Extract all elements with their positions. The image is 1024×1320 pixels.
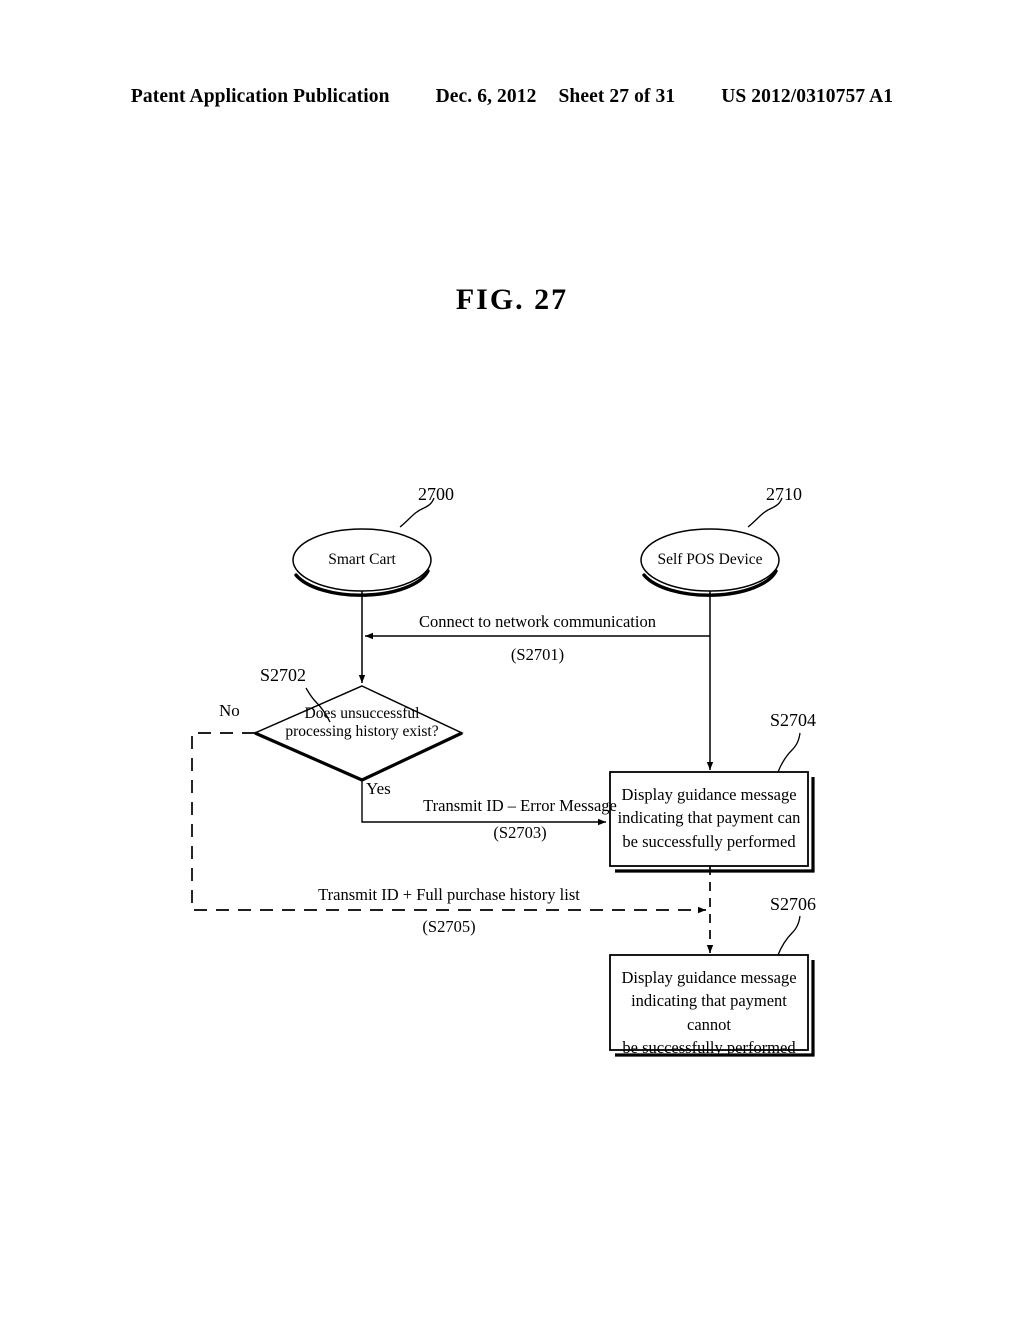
decision-text-line1: Does unsuccessful — [304, 705, 420, 722]
leader-line-s2704 — [777, 732, 801, 773]
box-failure-line1: Display guidance message — [621, 968, 797, 987]
box-success-line1: Display guidance message — [621, 785, 797, 804]
box-text-failure: Display guidance message indicating that… — [612, 966, 806, 1060]
box-success-line2: indicating that payment can — [617, 808, 801, 828]
node-smart-cart — [292, 528, 432, 597]
ref-num-s2706: S2706 — [770, 894, 817, 914]
branch-label-no: No — [219, 701, 240, 720]
edge-label-s2705: Transmit ID + Full purchase history list — [318, 885, 580, 904]
box-text-success: Display guidance message indicating that… — [612, 783, 806, 853]
decision-text-line2: processing history exist? — [285, 723, 439, 741]
edge-label-s2701: Connect to network communication — [419, 612, 656, 631]
edge-step-s2701: (S2701) — [510, 645, 565, 664]
ref-num-2710: 2710 — [766, 484, 802, 504]
ref-num-s2702: S2702 — [260, 665, 307, 685]
node-self-pos-device — [640, 528, 780, 597]
box-failure-line3: be successfully performed — [622, 1038, 796, 1058]
box-failure-line2: indicating that payment cannot — [631, 991, 787, 1034]
leader-line-s2706 — [777, 915, 801, 956]
flowchart-diagram: Smart Cart Self POS Device 2700 2710 S27… — [0, 0, 1024, 1320]
edge-step-s2705: (S2705) — [422, 917, 476, 936]
decision-text: Does unsuccessful processing history exi… — [262, 705, 462, 742]
box-success-line3: be successfully performed — [622, 831, 796, 851]
ref-num-s2704: S2704 — [770, 710, 817, 730]
ref-num-2700: 2700 — [418, 484, 454, 504]
